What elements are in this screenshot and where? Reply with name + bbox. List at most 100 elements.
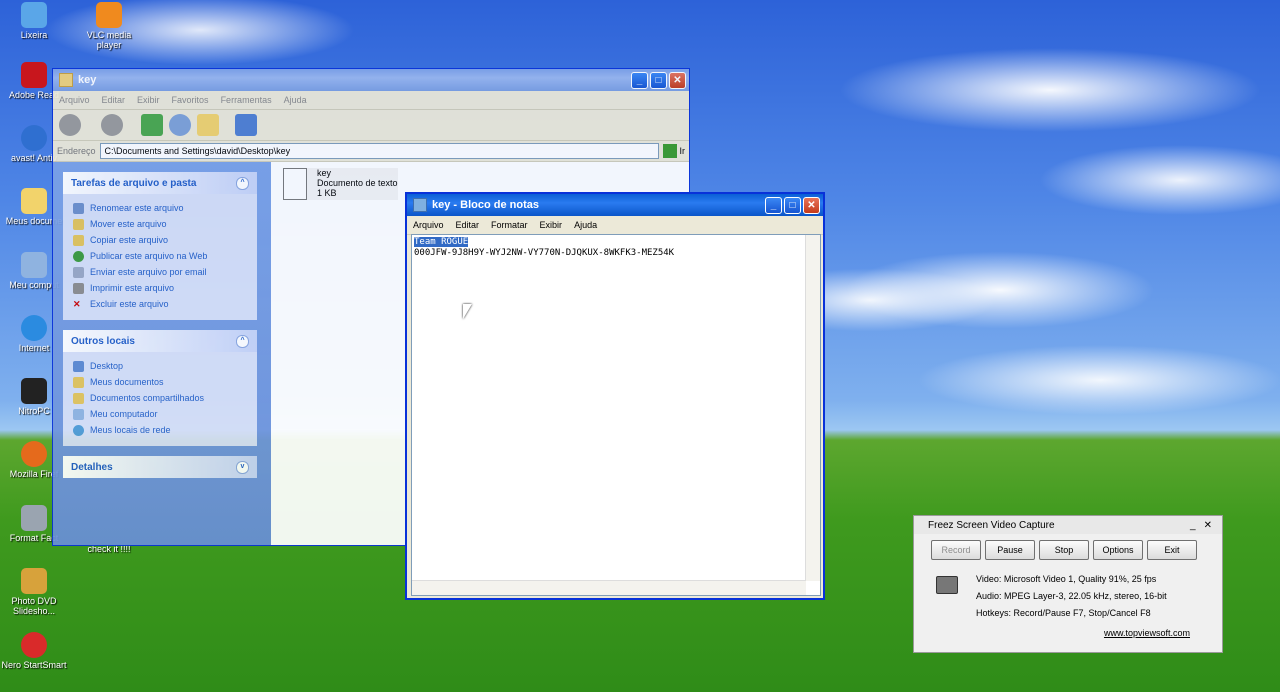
camera-icon: [936, 576, 958, 594]
file-size: 1 KB: [317, 188, 337, 198]
places-panel-header[interactable]: Outros locais ^: [63, 330, 257, 352]
firefox-icon: [21, 441, 47, 467]
task-publish[interactable]: Publicar este arquivo na Web: [73, 248, 249, 264]
close-button[interactable]: ✕: [669, 71, 686, 89]
hotkeys-info: Hotkeys: Record/Pause F7, Stop/Cancel F8: [976, 608, 1151, 618]
menu-arquivo[interactable]: Arquivo: [53, 95, 96, 105]
folder-icon: [59, 73, 73, 87]
task-print[interactable]: Imprimir este arquivo: [73, 280, 249, 296]
options-button[interactable]: Options: [1093, 540, 1143, 560]
go-arrow-icon: [662, 144, 677, 158]
notepad-menubar: Arquivo Editar Formatar Exibir Ajuda: [407, 216, 823, 235]
menu-exibir[interactable]: Exibir: [534, 220, 569, 230]
menu-ajuda[interactable]: Ajuda: [568, 220, 603, 230]
up-folder-icon[interactable]: [141, 114, 163, 136]
mouse-cursor-icon: [463, 304, 472, 319]
tasks-panel-header[interactable]: Tarefas de arquivo e pasta ^: [63, 172, 257, 194]
text-line: 000JFW-9J8H9Y-WYJ2NW-VY770N-DJQKUX-8WKFK…: [414, 248, 675, 258]
collapse-icon[interactable]: ^: [236, 176, 249, 190]
folder-icon: [21, 188, 47, 214]
vertical-scrollbar[interactable]: [805, 235, 820, 581]
desktop-icon: [73, 360, 84, 372]
task-rename[interactable]: Renomear este arquivo: [73, 200, 249, 216]
go-button[interactable]: Ir: [662, 144, 685, 158]
close-button[interactable]: ✕: [803, 196, 820, 214]
notepad-titlebar[interactable]: key - Bloco de notas _ □ ✕: [407, 194, 823, 216]
expand-icon[interactable]: v: [236, 460, 249, 474]
folder-icon: [73, 392, 84, 404]
task-delete[interactable]: ✕ Excluir este arquivo: [73, 296, 249, 312]
task-email[interactable]: Enviar este arquivo por email: [73, 264, 249, 280]
folders-icon[interactable]: [197, 114, 219, 136]
minimize-button[interactable]: _: [1190, 520, 1196, 531]
views-icon[interactable]: [235, 114, 257, 136]
notepad-text-area[interactable]: Team ROGUE 000JFW-9J8H9Y-WYJ2NW-VY770N-D…: [411, 234, 821, 596]
pause-button[interactable]: Pause: [985, 540, 1035, 560]
file-name: key: [317, 168, 332, 178]
notepad-window[interactable]: key - Bloco de notas _ □ ✕ Arquivo Edita…: [405, 192, 825, 600]
rename-icon: [73, 202, 84, 214]
task-copy[interactable]: Copiar este arquivo: [73, 232, 249, 248]
desktop-icon-photo-dvd[interactable]: Photo DVD Slidesho...: [0, 568, 68, 616]
copy-icon: [73, 234, 84, 246]
network-icon: [73, 424, 84, 436]
place-my-documents[interactable]: Meus documentos: [73, 374, 249, 390]
close-button[interactable]: ✕: [1204, 520, 1212, 531]
explorer-menubar: Arquivo Editar Exibir Favoritos Ferramen…: [53, 91, 689, 110]
place-desktop[interactable]: Desktop: [73, 358, 249, 374]
audio-info: Audio: MPEG Layer-3, 22.05 kHz, stereo, …: [976, 591, 1167, 601]
desktop-icon-vlc[interactable]: VLC media player: [75, 2, 143, 50]
freez-capture-window[interactable]: Freez Screen Video Capture _ ✕ Record Pa…: [913, 515, 1223, 653]
move-icon: [73, 218, 84, 230]
places-panel: Outros locais ^ Desktop Meus documentos …: [63, 330, 257, 446]
folder-icon: [73, 376, 84, 388]
website-link[interactable]: www.topviewsoft.com: [1104, 628, 1190, 638]
notepad-content: Team ROGUE 000JFW-9J8H9Y-WYJ2NW-VY770N-D…: [414, 237, 674, 259]
address-input[interactable]: C:\Documents and Settings\david\Desktop\…: [99, 143, 659, 159]
record-button[interactable]: Record: [931, 540, 981, 560]
minimize-button[interactable]: _: [765, 196, 782, 214]
desktop-icon-recycle-bin[interactable]: Lixeira: [0, 2, 68, 40]
back-icon[interactable]: [59, 114, 81, 136]
notepad-icon: [413, 198, 427, 212]
search-icon[interactable]: [169, 114, 191, 136]
menu-favoritos[interactable]: Favoritos: [166, 95, 215, 105]
stop-button[interactable]: Stop: [1039, 540, 1089, 560]
explorer-toolbar: [53, 110, 689, 141]
menu-editar[interactable]: Editar: [96, 95, 132, 105]
task-move[interactable]: Mover este arquivo: [73, 216, 249, 232]
file-item-key[interactable]: key Documento de texto 1 KB: [283, 168, 398, 200]
window-title: key - Bloco de notas: [432, 199, 539, 211]
web-icon: [73, 250, 84, 262]
collapse-icon[interactable]: ^: [236, 334, 249, 348]
freez-title: Freez Screen Video Capture: [928, 519, 1055, 531]
forward-icon[interactable]: [101, 114, 123, 136]
format-factory-icon: [21, 505, 47, 531]
task-pane: Tarefas de arquivo e pasta ^ Renomear es…: [53, 162, 271, 545]
minimize-button[interactable]: _: [631, 71, 648, 89]
menu-ferramentas[interactable]: Ferramentas: [215, 95, 278, 105]
explorer-titlebar[interactable]: key _ □ ✕: [53, 69, 689, 91]
place-shared-documents[interactable]: Documentos compartilhados: [73, 390, 249, 406]
desktop-icon-label: Lixeira: [20, 30, 48, 40]
maximize-button[interactable]: □: [650, 71, 667, 89]
photo-dvd-icon: [21, 568, 47, 594]
menu-arquivo[interactable]: Arquivo: [407, 220, 450, 230]
menu-editar[interactable]: Editar: [450, 220, 486, 230]
tasks-panel: Tarefas de arquivo e pasta ^ Renomear es…: [63, 172, 257, 320]
desktop-icon-label: Nero StartSmart: [1, 660, 67, 670]
menu-exibir[interactable]: Exibir: [131, 95, 166, 105]
freez-titlebar[interactable]: Freez Screen Video Capture _ ✕: [914, 516, 1222, 534]
exit-button[interactable]: Exit: [1147, 540, 1197, 560]
address-label: Endereço: [57, 146, 96, 156]
horizontal-scrollbar[interactable]: [412, 580, 806, 595]
desktop-icon-nero[interactable]: Nero StartSmart: [0, 632, 68, 670]
nitro-icon: [21, 378, 47, 404]
menu-formatar[interactable]: Formatar: [485, 220, 534, 230]
computer-icon: [73, 408, 84, 420]
maximize-button[interactable]: □: [784, 196, 801, 214]
place-network[interactable]: Meus locais de rede: [73, 422, 249, 438]
details-panel-header[interactable]: Detalhes v: [63, 456, 257, 478]
place-my-computer[interactable]: Meu computador: [73, 406, 249, 422]
menu-ajuda[interactable]: Ajuda: [278, 95, 313, 105]
